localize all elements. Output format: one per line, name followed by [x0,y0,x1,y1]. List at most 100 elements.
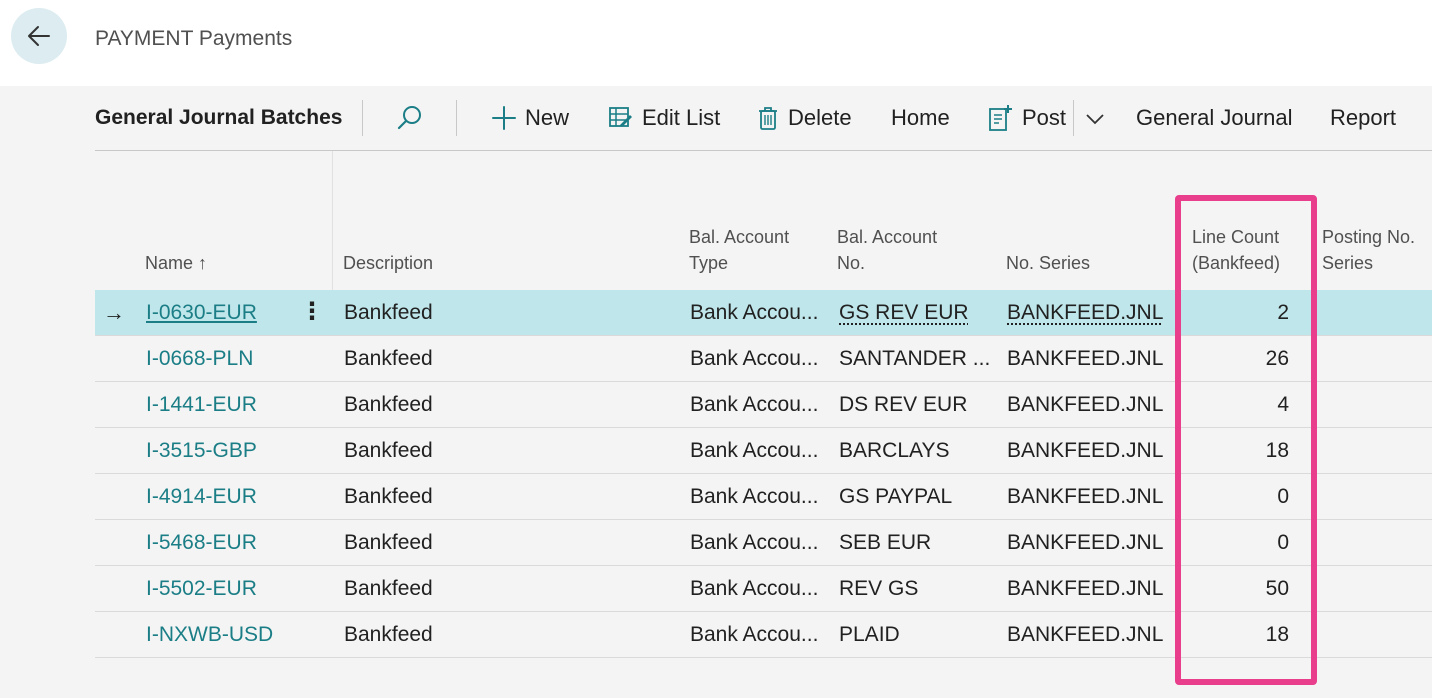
separator [362,100,363,136]
cell-description: Bankfeed [344,531,433,554]
search-icon [397,106,421,130]
cell-bal-account-no: BARCLAYS [839,439,950,462]
cell-description: Bankfeed [344,577,433,600]
column-header-no-series[interactable]: No. Series [1006,250,1090,276]
page-caption: General Journal Batches [95,106,343,129]
cell-name[interactable]: I-5502-EUR [146,566,257,612]
cell-description: Bankfeed [344,485,433,508]
table-row[interactable]: I-5468-EUR Bankfeed Bank Accou... SEB EUR BA… [95,520,1432,566]
cell-bal-account-type: Bank Accou... [690,485,819,508]
table-row[interactable]: I-3515-GBP Bankfeed Bank Accou... BARCLAYS B… [95,428,1432,474]
report-menu[interactable]: Report [1330,86,1396,150]
table-row[interactable]: → ⋮ I-0630-EUR Bankfeed Bank Accou... GS REV … [95,290,1432,336]
column-header-line: Bal. Account [837,227,938,247]
trash-icon [759,107,777,130]
more-options-button[interactable] [1083,86,1115,150]
cell-bal-account-no: GS REV EUR [839,301,969,324]
cell-bal-account-type: Bank Accou... [690,439,819,462]
search-button[interactable] [395,86,433,150]
cell-name[interactable]: I-0630-EUR [146,290,257,336]
cell-line-count: 0 [1277,485,1289,508]
cell-bal-account-type: Bank Accou... [690,577,819,600]
cell-name[interactable]: I-1441-EUR [146,382,257,428]
cell-no-series: BANKFEED.JNL [1007,531,1164,554]
chevron-down-icon [1086,114,1104,125]
cell-bal-account-no: SANTANDER ... [839,347,991,370]
cell-description: Bankfeed [344,623,433,646]
cell-bal-account-no: DS REV EUR [839,393,968,416]
cell-bal-account-no: PLAID [839,623,900,646]
cell-line-count: 26 [1265,347,1289,370]
cell-description: Bankfeed [344,347,433,370]
table-row[interactable]: I-4914-EUR Bankfeed Bank Accou... GS PAYPAL… [95,474,1432,520]
table-row[interactable]: I-5502-EUR Bankfeed Bank Accou... REV GS BAN… [95,566,1432,612]
cell-line-count: 50 [1265,577,1289,600]
general-journal-menu[interactable]: General Journal [1136,86,1293,150]
cell-no-series: BANKFEED.JNL [1007,623,1164,646]
post-button[interactable]: Post [988,86,1066,150]
vertical-ellipsis-icon[interactable]: ⋮ [300,290,324,336]
plus-icon [492,106,516,130]
new-button[interactable]: New [491,86,569,150]
column-header-line-count[interactable]: Line Count (Bankfeed) [1192,224,1280,276]
cell-line-count: 2 [1277,301,1289,324]
cell-name[interactable]: I-0668-PLN [146,336,253,382]
page-header: PAYMENT Payments [0,0,1432,86]
column-header-line: Line Count [1192,227,1280,247]
cell-name[interactable]: I-3515-GBP [146,428,257,474]
edit-list-label: Edit List [642,105,721,130]
cell-bal-account-type: Bank Accou... [690,623,819,646]
cell-name[interactable]: I-5468-EUR [146,520,257,566]
main-content: General Journal Batches New Edit List De… [0,86,1432,698]
cell-line-count: 18 [1265,439,1289,462]
cell-bal-account-type: Bank Accou... [690,531,819,554]
table-row[interactable]: I-NXWB-USD Bankfeed Bank Accou... PLAID BANK… [95,612,1432,658]
separator [456,100,457,136]
cell-bal-account-no: SEB EUR [839,531,932,554]
cell-no-series: BANKFEED.JNL [1007,301,1164,324]
arrow-left-icon [28,26,50,46]
column-header-posting-no-series[interactable]: Posting No. Series [1322,224,1415,276]
column-divider [332,151,333,290]
back-button[interactable] [11,8,67,64]
cell-no-series: BANKFEED.JNL [1007,439,1164,462]
table-row[interactable]: I-0668-PLN Bankfeed Bank Accou... SANTANDER… [95,336,1432,382]
home-menu[interactable]: Home [891,86,950,150]
page-title: PAYMENT Payments [95,27,293,50]
arrow-right-icon: → [103,300,125,325]
edit-list-button[interactable]: Edit List [608,86,720,150]
cell-description: Bankfeed [344,439,433,462]
cell-bal-account-type: Bank Accou... [690,393,819,416]
delete-button[interactable]: Delete [756,86,852,150]
table-row[interactable]: I-1441-EUR Bankfeed Bank Accou... DS REV EU… [95,382,1432,428]
cell-line-count: 0 [1277,531,1289,554]
column-header-line: Type [689,253,729,273]
edit-list-icon [609,107,632,127]
column-header-description[interactable]: Description [343,250,433,276]
cell-bal-account-type: Bank Accou... [690,347,819,370]
cell-bal-account-no: REV GS [839,577,919,600]
cell-bal-account-no: GS PAYPAL [839,485,953,508]
delete-label: Delete [788,105,852,130]
cell-line-count: 4 [1277,393,1289,416]
cell-name[interactable]: I-NXWB-USD [146,612,273,658]
column-header-bal-account-no[interactable]: Bal. Account No. [837,224,937,276]
cell-description: Bankfeed [344,301,433,324]
column-header-line: Series [1322,253,1374,273]
separator [1073,100,1074,136]
column-header-line: (Bankfeed) [1192,253,1281,273]
column-header-line: Bal. Account [689,227,790,247]
action-bar: General Journal Batches New Edit List De… [95,86,1432,151]
column-header-bal-account-type[interactable]: Bal. Account Type [689,224,789,276]
new-button-label: New [525,105,570,130]
column-header-line: No. [837,253,866,273]
batches-table: Name ↑ Description Bal. Account Type Bal… [95,151,1432,698]
table-header: Name ↑ Description Bal. Account Type Bal… [95,151,1432,290]
post-label: Post [1022,105,1067,130]
cell-no-series: BANKFEED.JNL [1007,347,1164,370]
cell-bal-account-type: Bank Accou... [690,301,819,324]
cell-no-series: BANKFEED.JNL [1007,577,1164,600]
post-icon [989,105,1012,131]
cell-name[interactable]: I-4914-EUR [146,474,257,520]
column-header-name[interactable]: Name ↑ [145,250,207,276]
